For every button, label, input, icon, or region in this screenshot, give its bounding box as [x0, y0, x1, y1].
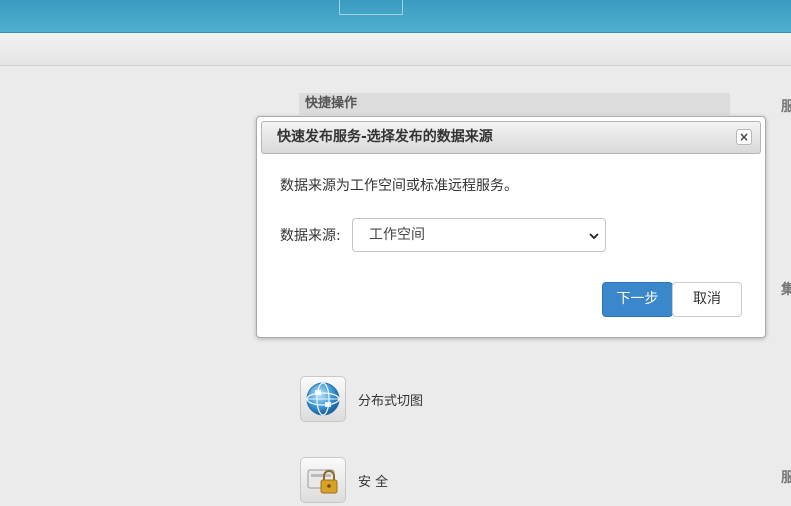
dialog-header: 快速发布服务-选择发布的数据来源 × [261, 121, 761, 154]
cancel-button[interactable]: 取消 [672, 282, 742, 317]
data-source-label: 数据来源: [280, 228, 341, 244]
tool-distributed-tiling[interactable]: 分布式切图 [300, 376, 423, 422]
chevron-down-icon [587, 229, 601, 247]
header-tab[interactable] [339, 0, 403, 15]
right-panel-label: 集 [781, 282, 791, 298]
tool-label: 安 全 [358, 474, 389, 490]
data-source-select[interactable]: 工作空间 [352, 218, 606, 252]
tool-label: 分布式切图 [358, 393, 424, 409]
right-panel-label: 服 [781, 99, 791, 115]
dialog-title: 快速发布服务-选择发布的数据来源 [277, 129, 493, 145]
close-icon[interactable]: × [736, 129, 752, 145]
next-button[interactable]: 下一步 [602, 282, 673, 317]
top-header-bar [0, 0, 791, 33]
data-source-value: 工作空间 [369, 227, 425, 243]
publish-service-dialog: 快速发布服务-选择发布的数据来源 × 数据来源为工作空间或标准远程服务。 数据来… [256, 116, 766, 338]
right-panel-label: 服 [781, 470, 791, 486]
dialog-description: 数据来源为工作空间或标准远程服务。 [280, 178, 518, 194]
sub-toolbar [0, 33, 791, 66]
globe-icon [300, 376, 346, 422]
quick-ops-title: 快捷操作 [299, 93, 730, 115]
lock-icon [300, 457, 346, 503]
tool-security[interactable]: 安 全 [300, 457, 388, 503]
